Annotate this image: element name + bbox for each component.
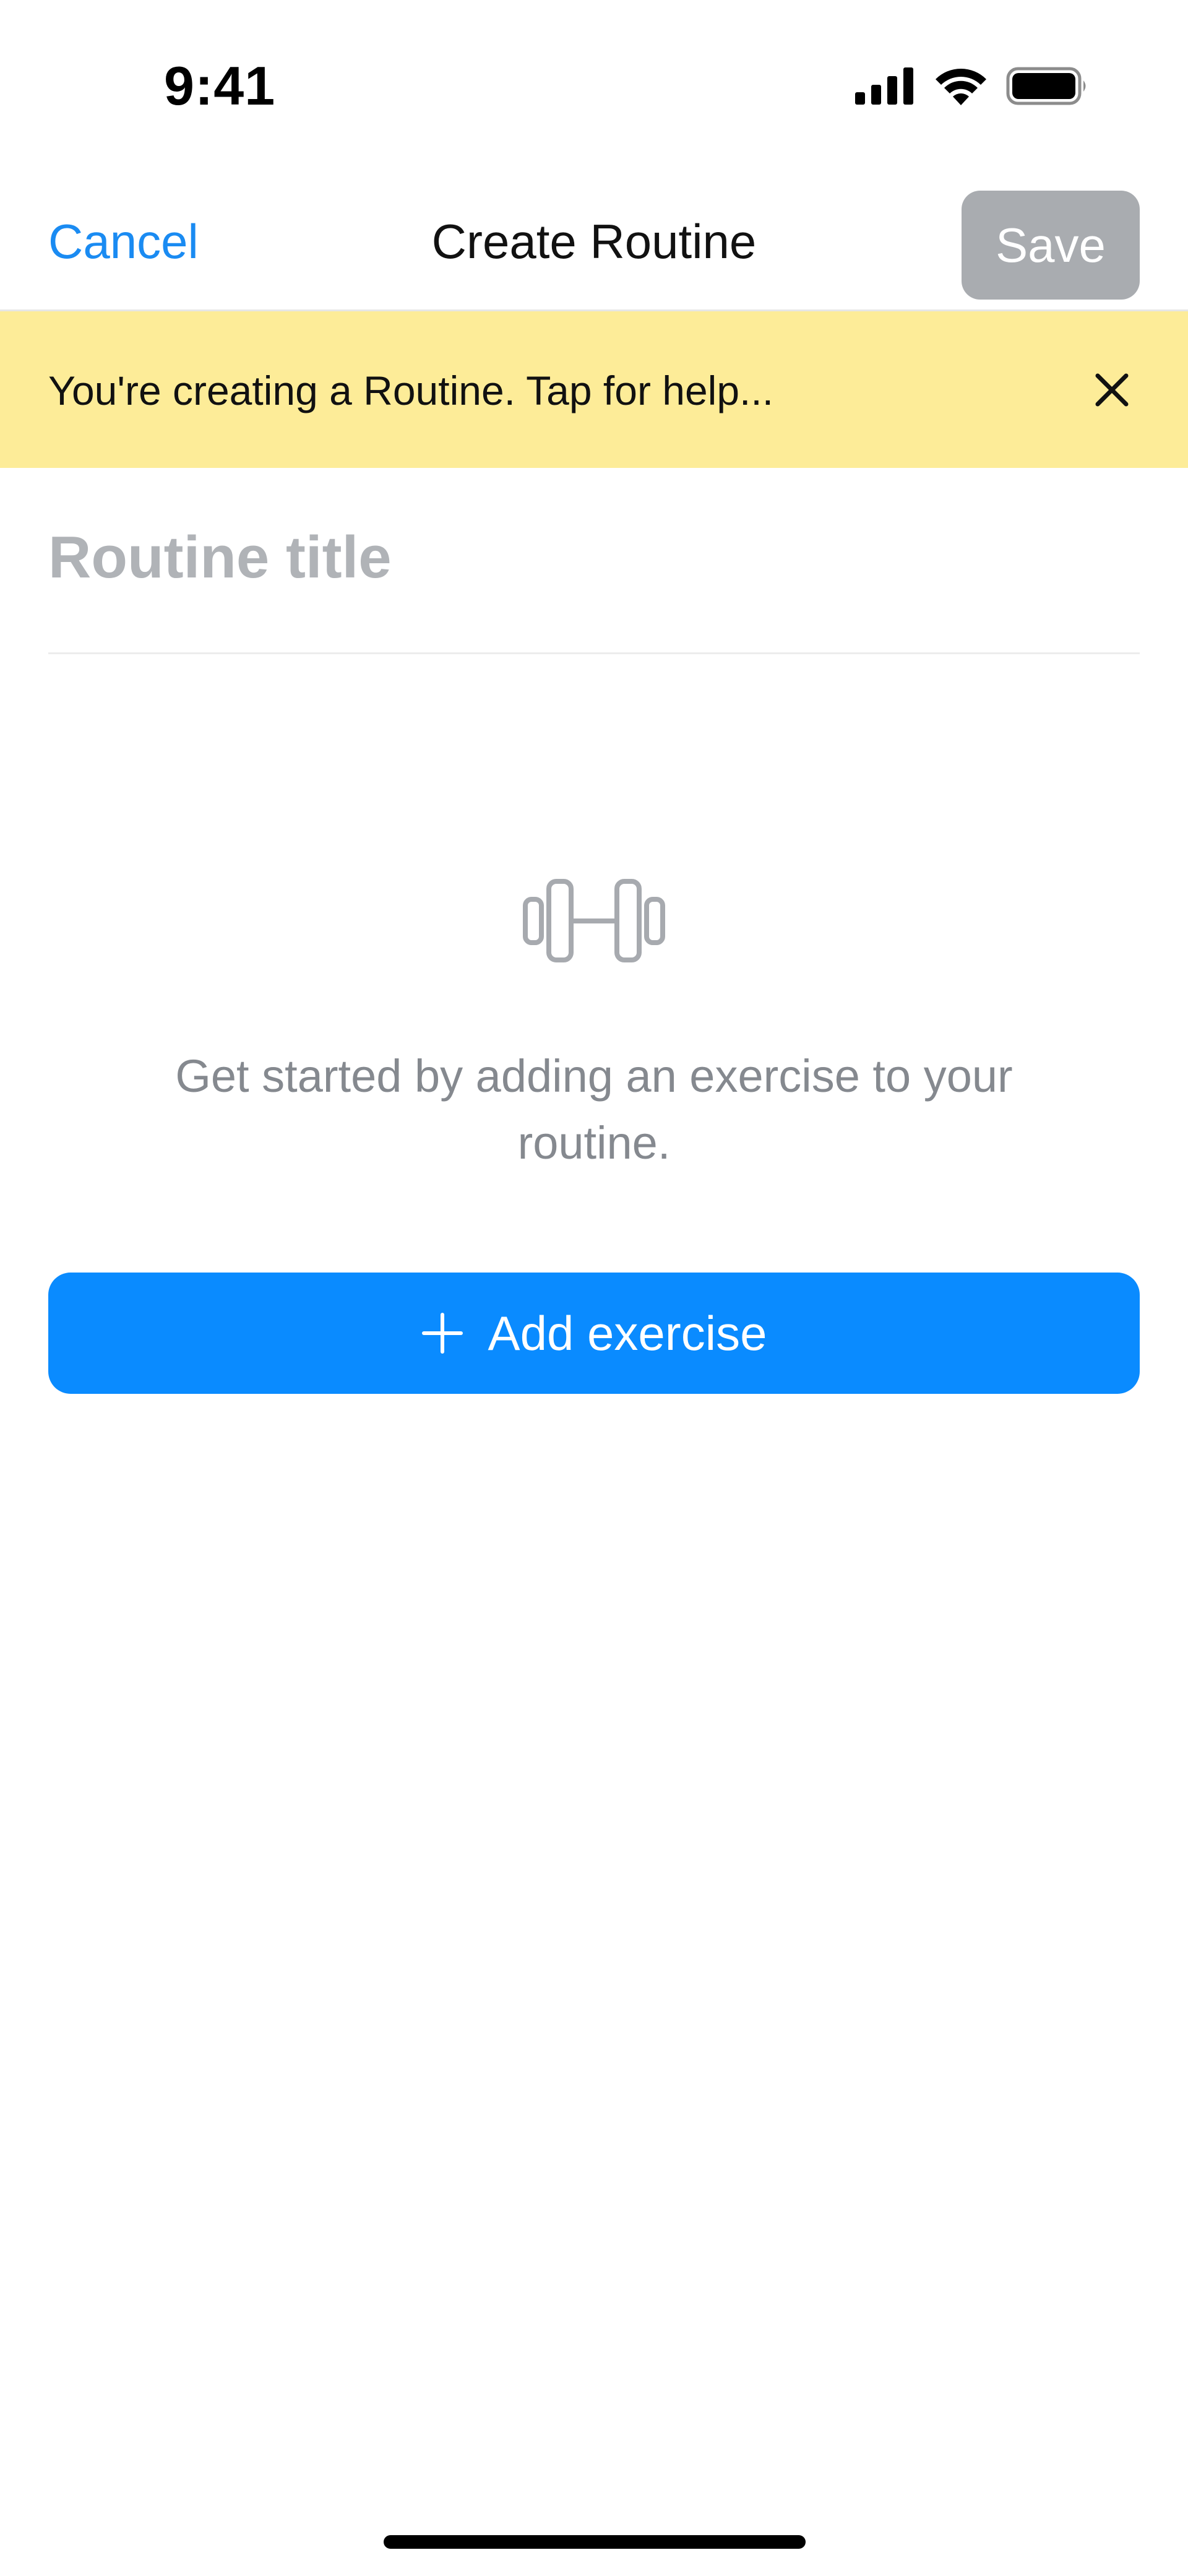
help-banner-text: You're creating a Routine. Tap for help.… xyxy=(48,368,774,413)
add-exercise-button[interactable]: Add exercise xyxy=(48,1273,1140,1394)
help-banner[interactable]: You're creating a Routine. Tap for help.… xyxy=(0,311,1188,468)
cellular-signal-icon xyxy=(855,67,913,105)
create-routine-screen: 9:41 Cancel Create Routine Save You're c… xyxy=(0,0,1188,2576)
add-exercise-label: Add exercise xyxy=(488,1305,767,1360)
status-icons xyxy=(854,67,1089,105)
save-button[interactable]: Save xyxy=(962,191,1140,300)
plus-icon xyxy=(421,1313,463,1354)
status-time: 9:41 xyxy=(164,55,276,116)
dumbbell-icon xyxy=(523,879,665,962)
routine-title-input[interactable] xyxy=(48,517,1140,598)
wifi-icon xyxy=(936,69,986,105)
battery-icon xyxy=(1006,67,1086,105)
close-icon[interactable] xyxy=(1090,368,1134,412)
routine-title-field xyxy=(48,468,1140,654)
status-bar: 9:41 xyxy=(0,0,1188,179)
home-indicator[interactable] xyxy=(384,2535,806,2549)
empty-state-message: Get started by adding an exercise to you… xyxy=(175,1050,1013,1169)
nav-bar: Cancel Create Routine Save xyxy=(0,179,1188,311)
